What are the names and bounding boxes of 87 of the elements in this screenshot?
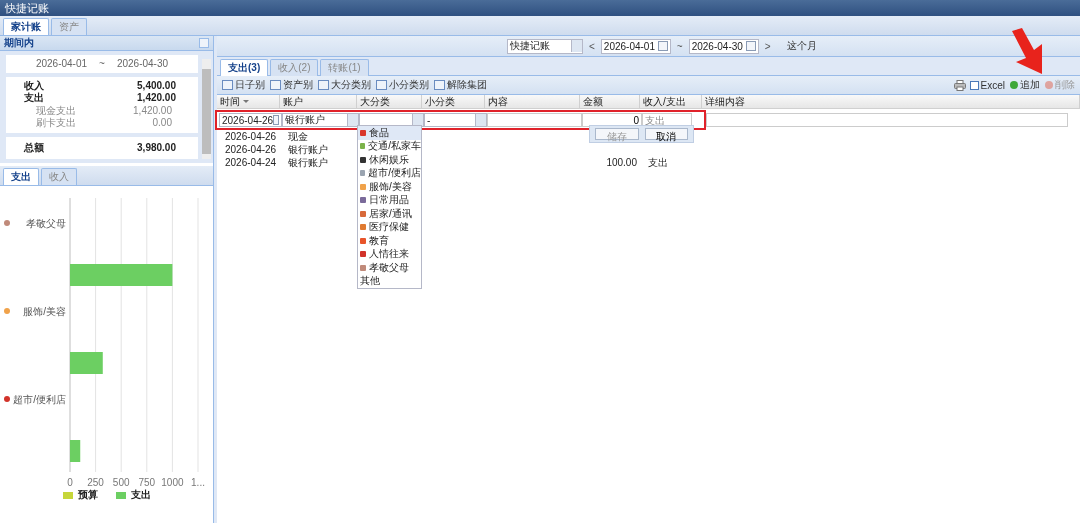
legend-label: 预算 [77,488,98,502]
summary-label: 收入 [24,79,44,92]
table-cell-text: 银行账户 [287,156,329,169]
menu-item[interactable]: 教育 [358,234,421,248]
group-button[interactable]: 日子别 [221,78,266,92]
menu-item[interactable]: 超市/便利店 [358,166,421,180]
summary-value: 0.00 [152,117,172,130]
menu-item[interactable]: 日常用品 [358,193,421,207]
menu-item[interactable]: 居家/通讯 [358,207,421,221]
content-field[interactable] [487,113,582,127]
menu-item[interactable]: 医疗保健 [358,220,421,234]
previous-button[interactable]: < [589,40,595,52]
category-label: 超市/便利店 [4,394,66,405]
group-button[interactable]: 解除集团 [433,78,488,92]
next-button[interactable]: > [764,40,771,52]
panel-title: 期间内 [4,36,34,50]
summary-value: 1,420.00 [133,104,172,117]
account-select[interactable]: 银行账户 [282,113,359,127]
separator-text: ~ [676,40,683,52]
column-header[interactable]: 时间 [217,95,280,108]
menu-item[interactable]: 食品 [358,126,421,140]
book-select[interactable]: 快捷记账 [507,38,583,54]
table-cell-text: 现金 [287,130,309,143]
menu-item[interactable]: 孝敬父母 [358,261,421,275]
legend-label: 支出 [130,488,151,502]
column-header[interactable]: 详细内容 [702,95,1080,108]
column-header[interactable]: 大分类 [357,95,422,108]
column-header[interactable]: 内容 [485,95,580,108]
sort-arrow-icon[interactable] [243,100,249,103]
column-header[interactable]: 金额 [580,95,640,108]
menu-item[interactable]: 交通/私家车 [358,139,421,153]
subcategory-select[interactable]: - [424,113,487,127]
printer-icon[interactable] [953,79,966,91]
menu-item[interactable]: 人情往来 [358,247,421,261]
summary-label: 现金支出 [36,104,76,117]
menu-item[interactable]: 服饰/美容 [358,180,421,194]
date-text: 2026-04-30 [116,58,169,70]
summary-value: 1,420.00 [137,92,176,105]
table-cell-text: 2026-04-26 [224,143,278,156]
category-label: 服饰/美容 [4,306,66,317]
tab[interactable]: 支出 [3,168,39,185]
category-label: 孝敬父母 [4,218,66,229]
period-link[interactable]: 这个月 [786,39,817,53]
cancel-button[interactable]: 取消 [644,128,688,140]
bar [70,352,103,374]
group-button[interactable]: 资产别 [269,78,314,92]
summary-label: 支出 [24,92,44,105]
axis-tick-label: 1... [191,477,205,486]
y-tick-label: 孝敬父母 [26,218,66,229]
detail-field[interactable] [706,113,1068,127]
legend-swatch [62,491,73,499]
table-cell-text: 100.00 [605,156,638,169]
date-field[interactable]: 2026-04-01 [600,38,671,54]
column-header[interactable]: 收入/支出 [640,95,702,108]
axis-tick-label: 250 [87,477,104,486]
axis-tick-label: 1000 [161,477,184,486]
legend-swatch [115,491,126,499]
bar [70,440,81,462]
menu-item[interactable]: 休闲娱乐 [358,153,421,167]
total-label: 总额 [24,141,44,154]
menu-item[interactable]: 其他 [358,274,421,288]
scrollbar[interactable] [202,59,211,159]
add-button[interactable]: 追加 [1009,78,1041,92]
date-text: 2026-04-01 [35,58,88,70]
collapse-icon[interactable] [199,38,209,48]
group-button[interactable]: 小分类别 [375,78,430,92]
table-cell-text: 2026-04-24 [224,156,278,169]
table-cell-text: 银行账户 [287,143,329,156]
column-header[interactable]: 账户 [280,95,357,108]
date-field[interactable]: 2026-04-26 [219,113,282,127]
window-title: 快捷记账 [0,0,1080,16]
group-button[interactable]: 大分类别 [317,78,372,92]
table-cell-text: 支出 [647,156,669,169]
summary-value: 5,400.00 [137,79,176,92]
column-header[interactable]: 小分类 [422,95,485,108]
date-field[interactable]: 2026-04-30 [688,38,759,54]
y-tick-label: 服饰/美容 [23,306,66,317]
axis-tick-label: 0 [67,477,73,486]
total-value: 3,980.00 [137,141,176,154]
axis-tick-label: 750 [138,477,156,486]
tab[interactable]: 支出(3) [220,59,269,76]
table-cell-text: 2026-04-26 [224,130,278,143]
separator-text: ~ [99,58,105,70]
tab[interactable]: 家计账 [3,18,49,35]
excel-button[interactable]: Excel [968,79,1006,91]
axis-tick-label: 500 [112,477,130,486]
summary-label: 刷卡支出 [36,117,76,130]
